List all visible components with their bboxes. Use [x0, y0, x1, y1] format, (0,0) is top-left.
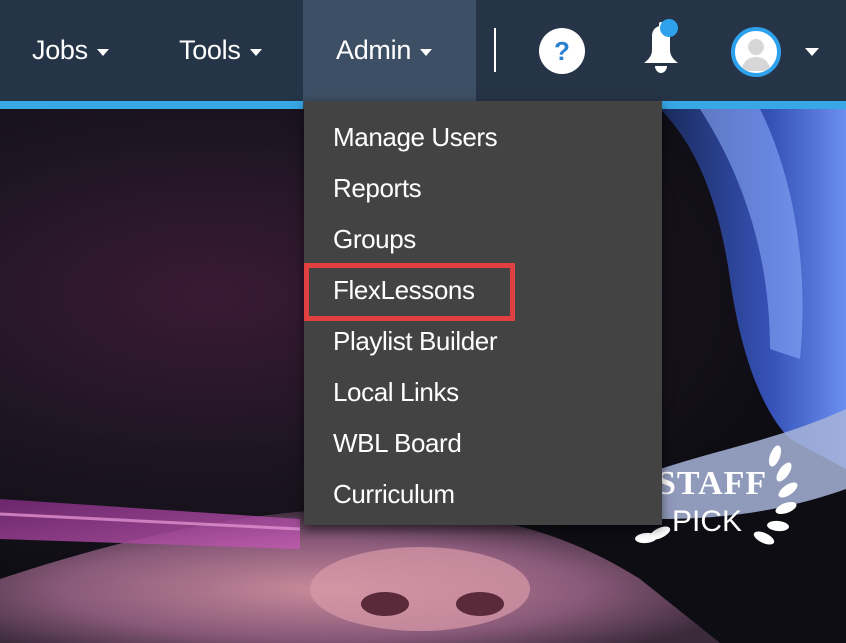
nav-tools-label: Tools [179, 35, 241, 65]
menu-item-flexlessons[interactable]: FlexLessons [333, 266, 475, 314]
caret-down-icon [420, 48, 433, 56]
staff-pick-line1: STAFF [657, 465, 768, 502]
admin-dropdown-menu: Manage Users Reports Groups FlexLessons … [304, 101, 662, 525]
nav-divider [494, 28, 496, 72]
menu-item-curriculum[interactable]: Curriculum [333, 470, 455, 518]
nav-tools-menu[interactable]: Tools [179, 0, 262, 101]
user-avatar-icon[interactable] [731, 27, 781, 77]
help-icon-glyph: ? [554, 35, 570, 66]
menu-item-groups[interactable]: Groups [333, 215, 416, 263]
nav-jobs-menu[interactable]: Jobs [32, 0, 109, 101]
menu-item-reports[interactable]: Reports [333, 164, 422, 212]
user-silhouette-icon [741, 39, 771, 71]
caret-down-icon [96, 48, 109, 56]
nav-admin-menu[interactable]: Admin [336, 0, 433, 101]
staff-pick-line2: PICK [672, 505, 743, 538]
menu-item-manage-users[interactable]: Manage Users [333, 113, 498, 161]
nav-admin-label: Admin [336, 35, 412, 65]
menu-item-playlist-builder[interactable]: Playlist Builder [333, 317, 498, 365]
avatar-caret-down-icon[interactable] [805, 48, 819, 56]
caret-down-icon [249, 48, 262, 56]
menu-item-local-links[interactable]: Local Links [333, 368, 459, 416]
nav-jobs-label: Jobs [32, 35, 88, 65]
menu-item-wbl-board[interactable]: WBL Board [333, 419, 462, 467]
notification-dot [660, 19, 678, 37]
help-icon[interactable]: ? [539, 28, 585, 74]
